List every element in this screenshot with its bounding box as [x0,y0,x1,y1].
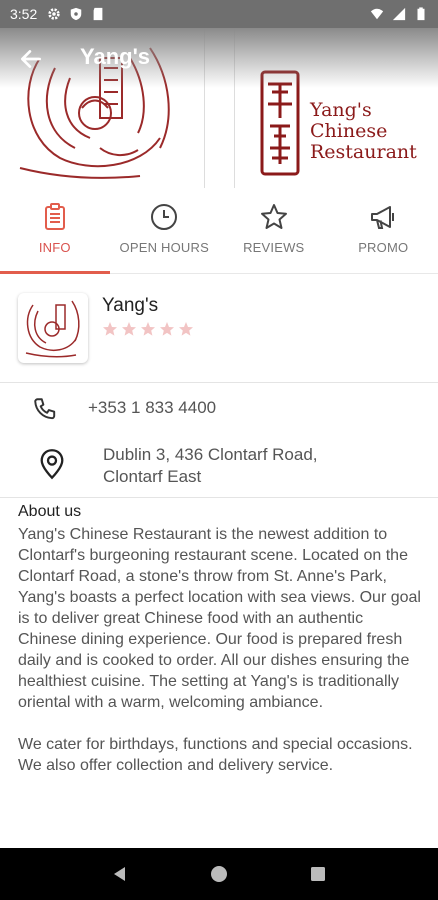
megaphone-icon [371,206,395,229]
tab-label: PROMO [358,240,409,255]
tab-reviews[interactable]: REVIEWS [219,188,329,273]
logo-text: Yang's Chinese Restaurant [310,100,417,163]
about-paragraph: Yang's Chinese Restaurant is the newest … [18,526,421,711]
shield-icon [71,7,82,21]
star-icon [160,322,174,336]
back-triangle-icon[interactable] [110,864,130,884]
system-nav-bar [0,848,438,900]
about-section: About us Yang's Chinese Restaurant is th… [18,503,422,797]
phone-row[interactable]: +353 1 833 4400 [0,392,438,430]
phoenix-logo-icon [25,300,80,358]
back-arrow-icon[interactable] [18,46,44,72]
battery-icon [417,7,425,21]
home-circle-icon[interactable] [209,864,229,884]
phone-number[interactable]: +353 1 833 4400 [88,398,216,418]
logo-line: Restaurant [310,141,417,163]
address-text[interactable]: Dublin 3, 436 Clontarf Road, Clontarf Ea… [103,444,318,488]
logo-line: Yang's [310,99,372,121]
about-paragraph: We cater for birthdays, functions and sp… [18,736,413,774]
tab-label: REVIEWS [243,240,305,255]
tab-open-hours[interactable]: OPEN HOURS [110,188,220,273]
star-icon [122,322,136,336]
star-icon [103,322,117,336]
tab-label: INFO [38,240,71,255]
about-title: About us [18,503,82,520]
gear-icon [48,8,60,20]
phone-icon [34,398,56,420]
address-line: Clontarf East [103,467,202,486]
address-line: Dublin 3, 436 Clontarf Road, [103,445,318,464]
header-shade [0,28,438,88]
tab-bar: INFO OPEN HOURS REVIEWS PROMO [0,188,438,274]
logo-line: Chinese [310,120,388,142]
tab-info[interactable]: INFO [0,188,110,274]
clock-icon [151,204,178,230]
star-icon [141,322,155,336]
star-icon [179,322,193,336]
location-pin-icon [40,449,64,480]
recents-square-icon[interactable] [308,864,328,884]
restaurant-thumbnail [18,293,88,363]
clipboard-icon [44,203,65,230]
tab-label: OPEN HOURS [119,240,209,255]
header-banner: Yang's Chinese Restaurant Yang's [0,28,438,188]
star-icon [260,204,287,229]
restaurant-name: Yang's [102,295,159,316]
status-time: 3:52 [10,6,38,22]
page-title: Yang's [80,44,151,69]
about-body: Yang's Chinese Restaurant is the newest … [18,524,422,776]
status-bar: 3:52 [0,0,438,28]
address-row[interactable]: Dublin 3, 436 Clontarf Road, Clontarf Ea… [0,442,438,498]
restaurant-card: Yang's [0,285,438,383]
sd-card-icon [93,7,103,21]
rating-stars [102,321,194,337]
wifi-icon [370,8,384,20]
signal-icon [392,7,406,21]
tab-promo[interactable]: PROMO [329,188,438,273]
